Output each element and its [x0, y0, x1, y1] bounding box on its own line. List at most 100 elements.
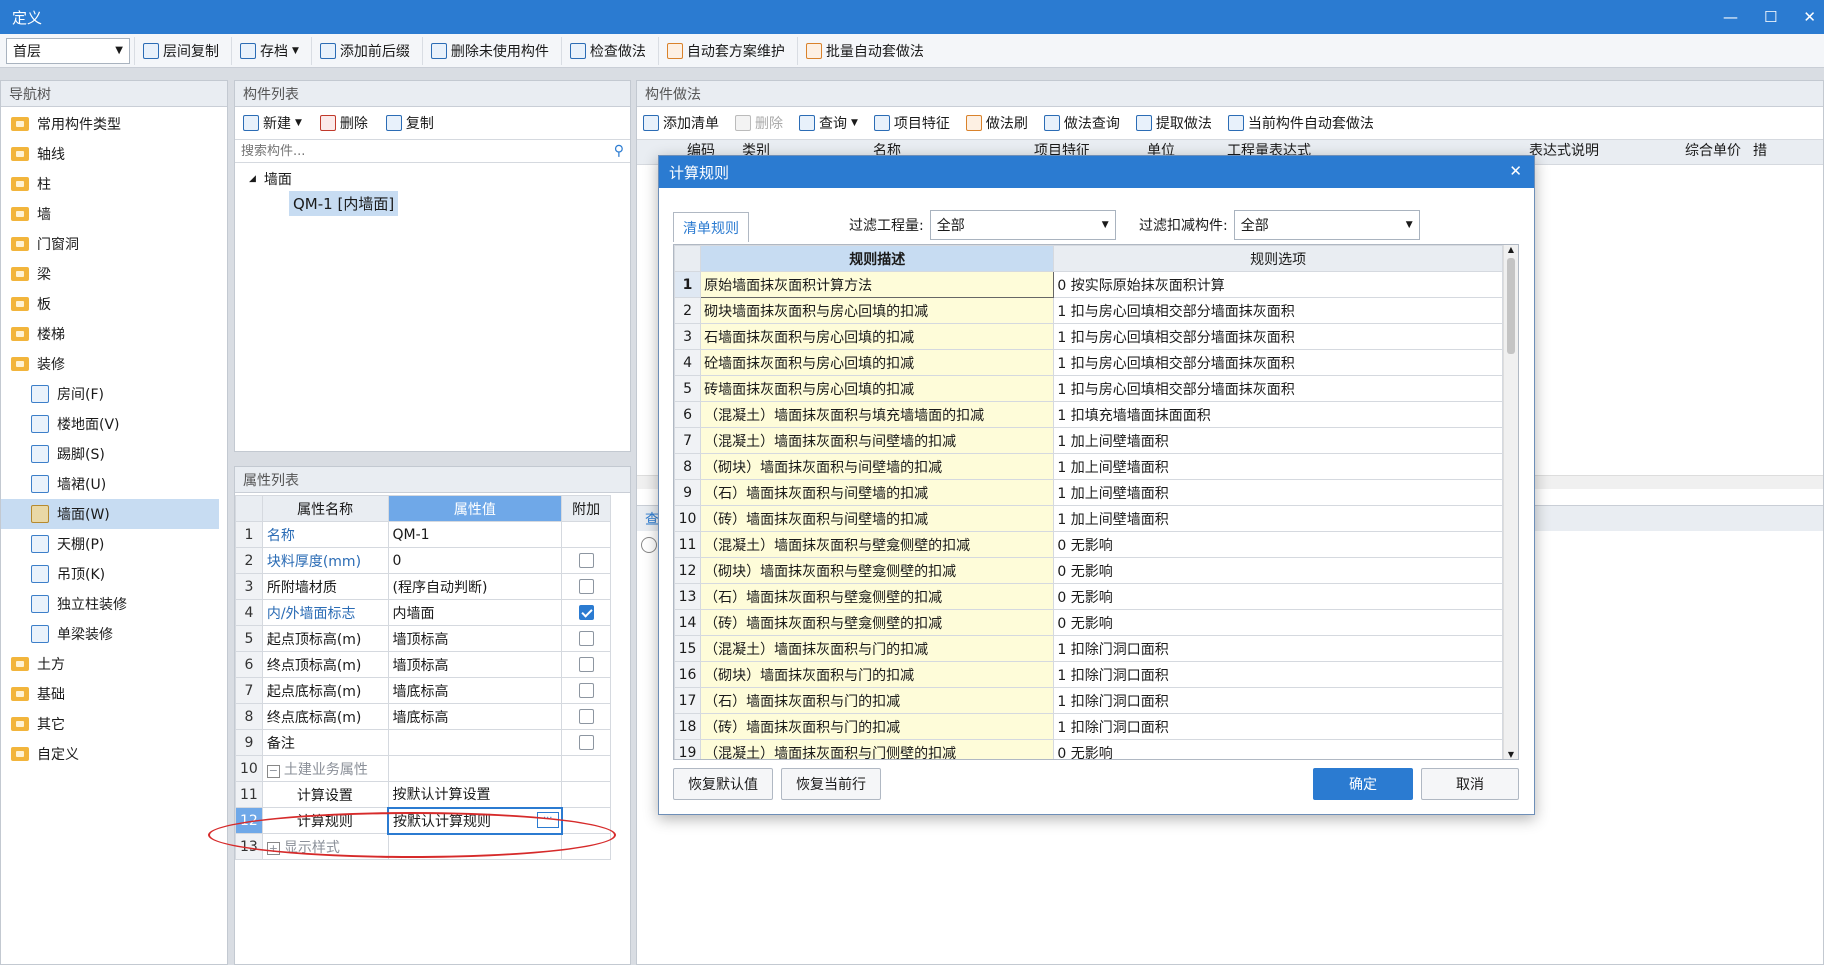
rule-desc[interactable]: 砌块墙面抹灰面积与房心回填的扣减 — [700, 297, 1055, 324]
prop-value[interactable]: 内墙面 — [387, 599, 563, 626]
rule-desc[interactable]: （混凝土）墙面抹灰面积与填充墙墙面的扣减 — [700, 401, 1055, 428]
rule-desc[interactable]: 砼墙面抹灰面积与房心回填的扣减 — [700, 349, 1055, 376]
rule-desc[interactable]: （砌块）墙面抹灰面积与间壁墙的扣减 — [700, 453, 1055, 480]
prop-group[interactable]: − 土建业务属性 — [261, 755, 389, 782]
rule-row[interactable]: 12 （砌块）墙面抹灰面积与壁龛侧壁的扣减 0 无影响 — [674, 557, 1503, 584]
rule-row[interactable]: 5 砖墙面抹灰面积与房心回填的扣减 1 扣与房心回填相交部分墙面抹灰面积 — [674, 375, 1503, 402]
rule-row-selected[interactable]: 1 原始墙面抹灰面积计算方法 0 按实际原始抹灰面积计算 — [674, 271, 1503, 298]
rule-option[interactable]: 1 扣除门洞口面积 — [1053, 661, 1503, 688]
rule-row[interactable]: 17 （石）墙面抹灰面积与门的扣减 1 扣除门洞口面积 — [674, 687, 1503, 714]
rule-row[interactable]: 13 （石）墙面抹灰面积与壁龛侧壁的扣减 0 无影响 — [674, 583, 1503, 610]
rule-desc[interactable]: 原始墙面抹灰面积计算方法 — [700, 271, 1055, 298]
rule-option[interactable]: 1 扣与房心回填相交部分墙面抹灰面积 — [1053, 297, 1503, 324]
rule-option[interactable]: 1 加上间壁墙面积 — [1053, 505, 1503, 532]
nav-item[interactable]: 装修 — [1, 349, 227, 379]
prop-value[interactable]: 0 — [387, 547, 563, 574]
method-brush-button[interactable]: 做法刷 — [965, 113, 1028, 133]
ok-button[interactable]: 确定 — [1313, 768, 1413, 800]
prop-value[interactable] — [387, 729, 563, 756]
add-list-button[interactable]: 添加清单 — [643, 113, 719, 133]
nav-subitem[interactable]: 单梁装修 — [1, 619, 227, 649]
nav-subitem[interactable]: 天棚(P) — [1, 529, 227, 559]
rule-option[interactable]: 0 无影响 — [1053, 609, 1503, 636]
rule-row[interactable]: 14 （砖）墙面抹灰面积与壁龛侧壁的扣减 0 无影响 — [674, 609, 1503, 636]
rule-desc[interactable]: （砌块）墙面抹灰面积与门的扣减 — [700, 661, 1055, 688]
new-button[interactable]: 新建 ▼ — [243, 113, 302, 133]
auto-apply-button[interactable]: 当前构件自动套做法 — [1227, 113, 1374, 133]
nav-subitem[interactable]: 墙裙(U) — [1, 469, 227, 499]
rule-row[interactable]: 7 （混凝土）墙面抹灰面积与间壁墙的扣减 1 加上间壁墙面积 — [674, 427, 1503, 454]
rule-option[interactable]: 1 扣与房心回填相交部分墙面抹灰面积 — [1053, 323, 1503, 350]
rule-desc[interactable]: （混凝土）墙面抹灰面积与间壁墙的扣减 — [700, 427, 1055, 454]
floor-select[interactable]: 首层 ▼ — [6, 37, 130, 64]
scrollbar-thumb[interactable] — [1507, 258, 1515, 354]
rule-row[interactable]: 18 （砖）墙面抹灰面积与门的扣减 1 扣除门洞口面积 — [674, 713, 1503, 740]
item-feature-button[interactable]: 项目特征 — [873, 113, 950, 133]
check-method-button[interactable]: 检查做法 — [560, 36, 654, 65]
extra-checkbox[interactable] — [578, 735, 594, 750]
component-search-input[interactable] — [241, 143, 581, 159]
extra-checkbox[interactable] — [578, 709, 594, 724]
rule-desc[interactable]: （混凝土）墙面抹灰面积与壁龛侧壁的扣减 — [700, 531, 1055, 558]
vertical-scrollbar[interactable]: ▲ ▼ — [1503, 245, 1518, 759]
rule-option[interactable]: 1 加上间壁墙面积 — [1053, 427, 1503, 454]
restore-default-button[interactable]: 恢复默认值 — [673, 768, 773, 800]
scroll-up-icon[interactable]: ▲ — [1504, 245, 1518, 254]
rule-option[interactable]: 0 无影响 — [1053, 583, 1503, 610]
rule-option[interactable]: 0 按实际原始抹灰面积计算 — [1053, 271, 1503, 298]
nav-item[interactable]: 楼梯 — [1, 319, 227, 349]
maximize-button[interactable]: ☐ — [1764, 8, 1777, 26]
rule-row[interactable]: 16 （砌块）墙面抹灰面积与门的扣减 1 扣除门洞口面积 — [674, 661, 1503, 688]
filter-deduct-select[interactable]: 全部 ▼ — [1233, 210, 1420, 240]
nav-subitem[interactable]: 楼地面(V) — [1, 409, 227, 439]
rule-desc[interactable]: （砌块）墙面抹灰面积与壁龛侧壁的扣减 — [700, 557, 1055, 584]
rule-desc[interactable]: （砖）墙面抹灰面积与间壁墙的扣减 — [700, 505, 1055, 532]
copy-button[interactable]: 复制 — [385, 113, 434, 133]
rule-desc[interactable]: （石）墙面抹灰面积与间壁墙的扣减 — [700, 479, 1055, 506]
rule-desc[interactable]: （混凝土）墙面抹灰面积与门的扣减 — [700, 635, 1055, 662]
rule-row[interactable]: 4 砼墙面抹灰面积与房心回填的扣减 1 扣与房心回填相交部分墙面抹灰面积 — [674, 349, 1503, 376]
extra-checkbox[interactable] — [578, 553, 594, 568]
collapse-minus-icon[interactable]: − — [266, 764, 280, 778]
extract-method-button[interactable]: 提取做法 — [1135, 113, 1212, 133]
extra-checkbox[interactable] — [578, 657, 594, 672]
nav-subitem-selected[interactable]: 墙面(W) — [1, 499, 219, 529]
prop-value[interactable]: 墙顶标高 — [387, 625, 563, 652]
rule-row[interactable]: 9 （石）墙面抹灰面积与间壁墙的扣减 1 加上间壁墙面积 — [674, 479, 1503, 506]
tab-list-rules[interactable]: 清单规则 — [673, 212, 749, 242]
search-icon[interactable]: ⚲ — [614, 143, 624, 159]
component-item-selected[interactable]: QM-1 [内墙面] — [289, 191, 399, 216]
minimize-button[interactable]: — — [1723, 8, 1738, 26]
nav-subitem[interactable]: 房间(F) — [1, 379, 227, 409]
nav-subitem[interactable]: 独立柱装修 — [1, 589, 227, 619]
rule-desc[interactable]: （石）墙面抹灰面积与门的扣减 — [700, 687, 1055, 714]
cancel-button[interactable]: 取消 — [1421, 768, 1519, 800]
rule-option[interactable]: 1 扣除门洞口面积 — [1053, 687, 1503, 714]
rule-desc[interactable]: 砖墙面抹灰面积与房心回填的扣减 — [700, 375, 1055, 402]
nav-item[interactable]: 门窗洞 — [1, 229, 227, 259]
rule-option[interactable]: 1 扣填充墙墙面抹面面积 — [1053, 401, 1503, 428]
rule-desc[interactable]: （砖）墙面抹灰面积与门的扣减 — [700, 713, 1055, 740]
rule-desc[interactable]: （砖）墙面抹灰面积与壁龛侧壁的扣减 — [700, 609, 1055, 636]
nav-subitem[interactable]: 吊顶(K) — [1, 559, 227, 589]
batch-auto-button[interactable]: 批量自动套做法 — [796, 36, 932, 65]
nav-item[interactable]: 柱 — [1, 169, 227, 199]
rule-option[interactable]: 1 扣除门洞口面积 — [1053, 713, 1503, 740]
rule-row[interactable]: 19 （混凝土）墙面抹灰面积与门侧壁的扣减 0 无影响 — [674, 739, 1503, 759]
prop-value[interactable]: 按默认计算设置 — [387, 781, 563, 808]
prop-value[interactable]: 墙底标高 — [387, 703, 563, 730]
copy-floor-button[interactable]: 层间复制 — [134, 36, 227, 65]
nav-item[interactable]: 其它 — [1, 709, 227, 739]
prop-value[interactable]: 墙顶标高 — [387, 651, 563, 678]
rule-desc[interactable]: （石）墙面抹灰面积与壁龛侧壁的扣减 — [700, 583, 1055, 610]
delete-unused-button[interactable]: 删除未使用构件 — [421, 36, 557, 65]
method-query-button[interactable]: 做法查询 — [1043, 113, 1120, 133]
nav-item[interactable]: 基础 — [1, 679, 227, 709]
auto-plan-button[interactable]: 自动套方案维护 — [657, 36, 793, 65]
extra-checkbox[interactable] — [578, 683, 594, 698]
rule-row[interactable]: 2 砌块墙面抹灰面积与房心回填的扣减 1 扣与房心回填相交部分墙面抹灰面积 — [674, 297, 1503, 324]
rule-option[interactable]: 1 加上间壁墙面积 — [1053, 453, 1503, 480]
nav-subitem[interactable]: 踢脚(S) — [1, 439, 227, 469]
rule-option[interactable]: 1 扣与房心回填相交部分墙面抹灰面积 — [1053, 349, 1503, 376]
prop-value[interactable]: (程序自动判断) — [387, 573, 563, 600]
